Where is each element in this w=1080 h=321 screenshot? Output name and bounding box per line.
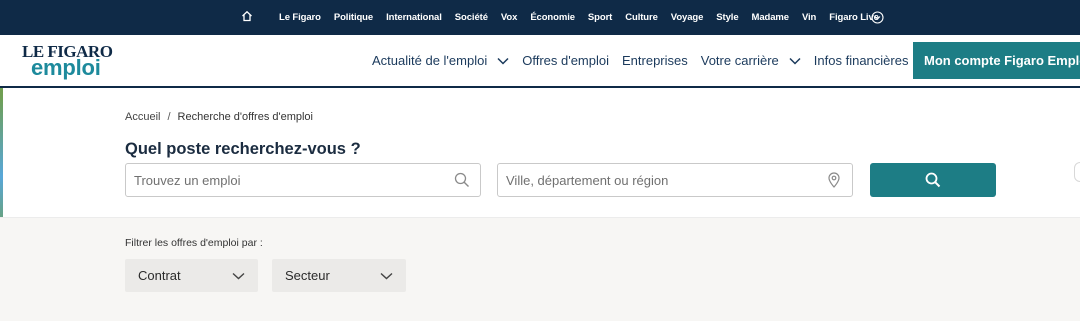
- location-search-input[interactable]: [498, 164, 852, 196]
- search-icon: [454, 172, 469, 187]
- chevron-down-icon: [789, 57, 801, 65]
- top-link-societe[interactable]: Société: [455, 12, 488, 23]
- nav-item-label: Actualité de l'emploi: [372, 53, 488, 68]
- nav-item-label: Infos financières: [813, 53, 909, 68]
- location-search-field: [497, 163, 853, 197]
- job-search-input[interactable]: [126, 164, 480, 196]
- site-header: LE FIGARO emploi Actualité de l'emploi O…: [0, 35, 1080, 88]
- nav-item-label: Offres d'emploi: [522, 53, 609, 68]
- secteur-filter-label: Secteur: [285, 268, 330, 283]
- top-links: Le Figaro Politique International Sociét…: [279, 0, 892, 35]
- chevron-down-icon: [380, 272, 393, 279]
- nav-item-offres[interactable]: Offres d'emploi: [522, 53, 609, 68]
- nav-item-label: Entreprises: [622, 53, 688, 68]
- top-link-vox[interactable]: Vox: [501, 12, 518, 23]
- side-widget-handle[interactable]: [1074, 162, 1080, 182]
- job-search-field: [125, 163, 481, 197]
- nav-item-actualite[interactable]: Actualité de l'emploi: [372, 53, 509, 68]
- search-button[interactable]: [870, 163, 996, 197]
- main-navigation: Actualité de l'emploi Offres d'emploi En…: [372, 35, 921, 86]
- top-link-politique[interactable]: Politique: [334, 12, 373, 23]
- breadcrumb-current: Recherche d'offres d'emploi: [177, 111, 313, 123]
- breadcrumb: Accueil / Recherche d'offres d'emploi: [125, 111, 313, 123]
- top-link-international[interactable]: International: [386, 12, 442, 23]
- top-link-economie[interactable]: Économie: [530, 12, 575, 23]
- home-icon[interactable]: [240, 9, 254, 23]
- top-link-sport[interactable]: Sport: [588, 12, 612, 23]
- top-link-culture[interactable]: Culture: [625, 12, 658, 23]
- top-link-style[interactable]: Style: [716, 12, 738, 23]
- page-title: Quel poste recherchez-vous ?: [125, 140, 361, 158]
- top-link-le-figaro[interactable]: Le Figaro: [279, 12, 321, 23]
- top-link-madame[interactable]: Madame: [752, 12, 790, 23]
- figaro-emploi-logo[interactable]: LE FIGARO emploi: [22, 43, 132, 83]
- chevron-down-icon: [232, 272, 245, 279]
- filter-section: Filtrer les offres d'emploi par : Contra…: [0, 217, 1080, 321]
- page: Le Figaro Politique International Sociét…: [0, 0, 1080, 321]
- contrat-filter-dropdown[interactable]: Contrat: [125, 259, 258, 292]
- chevron-circle-icon[interactable]: [871, 11, 884, 24]
- top-link-voyage[interactable]: Voyage: [671, 12, 704, 23]
- nav-item-entreprises[interactable]: Entreprises: [622, 53, 688, 68]
- search-icon: [925, 172, 941, 188]
- chevron-down-icon: [497, 57, 509, 65]
- top-navigation-bar: Le Figaro Politique International Sociét…: [0, 0, 1080, 35]
- breadcrumb-separator: /: [167, 111, 171, 123]
- nav-item-label: Votre carrière: [700, 53, 779, 68]
- account-button[interactable]: Mon compte Figaro Emploi: [913, 42, 1080, 79]
- location-pin-icon: [828, 172, 840, 188]
- secteur-filter-dropdown[interactable]: Secteur: [272, 259, 406, 292]
- nav-item-carriere[interactable]: Votre carrière: [701, 53, 801, 68]
- top-link-vin[interactable]: Vin: [802, 12, 816, 23]
- logo-line-emploi: emploi: [31, 55, 101, 80]
- breadcrumb-home-link[interactable]: Accueil: [125, 111, 160, 123]
- nav-item-infos-financieres[interactable]: Infos financières: [814, 53, 909, 68]
- filter-label: Filtrer les offres d'emploi par :: [125, 237, 263, 249]
- contrat-filter-label: Contrat: [138, 268, 181, 283]
